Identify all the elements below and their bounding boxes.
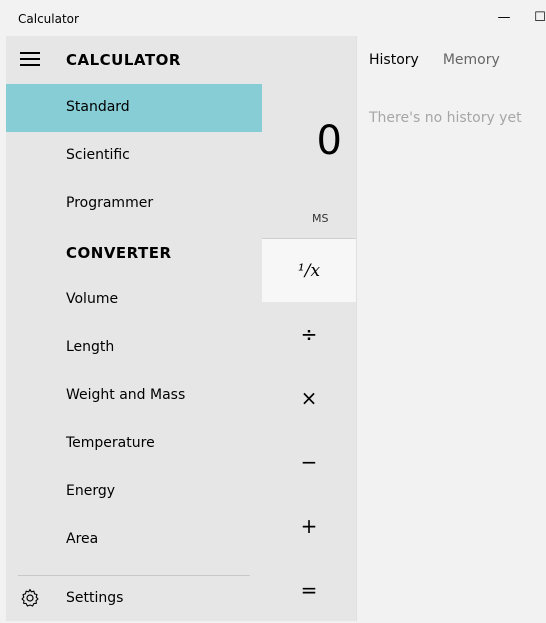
menu-item-energy[interactable]: Energy	[6, 468, 262, 516]
maximize-button[interactable]: ☐	[528, 8, 546, 28]
settings-label: Settings	[66, 590, 124, 606]
menu-item-label: Area	[66, 531, 99, 547]
memory-store-button[interactable]: MS	[312, 212, 328, 225]
divide-key[interactable]: ÷	[262, 302, 356, 366]
menu-item-label: Scientific	[66, 147, 130, 163]
reciprocal-key[interactable]: ¹/x	[262, 239, 356, 302]
add-key[interactable]: +	[262, 494, 356, 558]
panel-tabs: History Memory	[369, 52, 500, 68]
menu-item-volume[interactable]: Volume	[6, 276, 262, 324]
window-title: Calculator	[18, 12, 79, 26]
navigation-menu: CALCULATOR Standard Scientific Programme…	[6, 36, 262, 621]
menu-item-label: Length	[66, 339, 115, 355]
menu-title: CALCULATOR	[66, 51, 181, 69]
menu-item-length[interactable]: Length	[6, 324, 262, 372]
menu-item-scientific[interactable]: Scientific	[6, 132, 262, 180]
menu-item-weight-and-mass[interactable]: Weight and Mass	[6, 372, 262, 420]
menu-header: CALCULATOR	[6, 36, 262, 84]
menu-item-programmer[interactable]: Programmer	[6, 180, 262, 228]
minimize-button[interactable]: —	[492, 8, 516, 28]
converter-section-header: CONVERTER	[66, 244, 172, 262]
menu-item-label: Volume	[66, 291, 119, 307]
hamburger-menu-icon[interactable]	[20, 52, 40, 68]
menu-item-label: Temperature	[66, 435, 155, 451]
menu-item-label: Weight and Mass	[66, 387, 186, 403]
menu-item-label: Programmer	[66, 195, 154, 211]
display-value: 0	[316, 118, 342, 164]
menu-item-settings[interactable]: Settings	[6, 575, 262, 623]
empty-history-message: There's no history yet	[369, 110, 522, 126]
menu-item-temperature[interactable]: Temperature	[6, 420, 262, 468]
calculator-area: 0 MS ¹/x ÷ × − + =	[262, 36, 356, 621]
title-bar: Calculator — ☐	[0, 0, 546, 36]
gear-icon	[21, 588, 39, 607]
menu-item-label: Energy	[66, 483, 116, 499]
history-memory-panel: History Memory There's no history yet	[356, 36, 546, 621]
multiply-key[interactable]: ×	[262, 366, 356, 430]
subtract-key[interactable]: −	[262, 430, 356, 494]
menu-item-area[interactable]: Area	[6, 516, 262, 564]
tab-history[interactable]: History	[369, 52, 419, 68]
tab-memory[interactable]: Memory	[443, 52, 500, 68]
menu-item-standard[interactable]: Standard	[6, 84, 262, 132]
menu-item-label: Standard	[66, 99, 130, 115]
equals-key[interactable]: =	[262, 558, 356, 622]
